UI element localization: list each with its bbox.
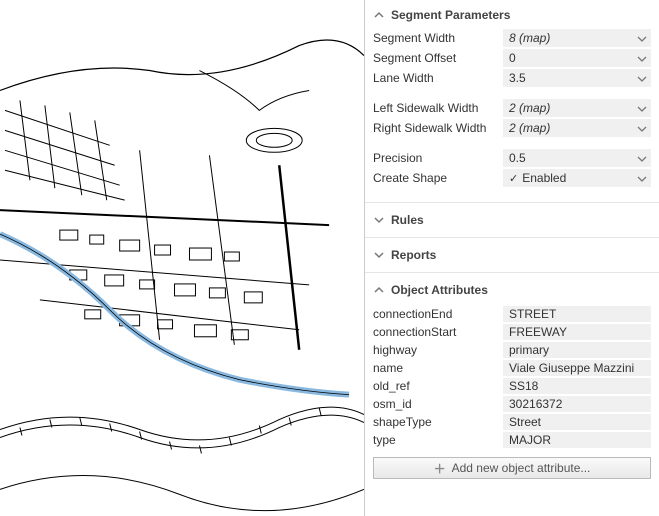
- chevron-down-icon[interactable]: [637, 123, 647, 133]
- inspector-panel: Segment Parameters Segment Width 8 (map)…: [365, 0, 659, 516]
- attr-highway: highway primary: [365, 341, 659, 359]
- chevron-up-icon: [373, 284, 385, 296]
- param-value-field[interactable]: 0: [503, 49, 651, 67]
- divider: [365, 202, 659, 203]
- param-value-text: 0: [509, 51, 516, 65]
- chevron-down-icon[interactable]: [637, 153, 647, 163]
- attr-shape-type: shapeType Street: [365, 413, 659, 431]
- param-value-field[interactable]: 2 (map): [503, 119, 651, 137]
- attr-connection-start: connectionStart FREEWAY: [365, 323, 659, 341]
- param-label: Segment Width: [373, 31, 503, 45]
- attr-value-field[interactable]: STREET: [503, 306, 651, 322]
- attr-old-ref: old_ref SS18: [365, 377, 659, 395]
- attr-label: osm_id: [373, 397, 503, 411]
- attr-value-text: STREET: [509, 307, 556, 321]
- param-value-text: 2 (map): [509, 121, 550, 135]
- chevron-down-icon[interactable]: [637, 73, 647, 83]
- attr-label: connectionStart: [373, 325, 503, 339]
- attr-value-text: SS18: [509, 379, 538, 393]
- section-title: Rules: [391, 213, 424, 227]
- attr-value-field[interactable]: SS18: [503, 378, 651, 394]
- chevron-up-icon: [373, 9, 385, 21]
- attr-label: old_ref: [373, 379, 503, 393]
- attr-label: shapeType: [373, 415, 503, 429]
- chevron-down-icon[interactable]: [637, 103, 647, 113]
- selected-road[interactable]: [0, 234, 349, 395]
- attr-value-text: FREEWAY: [509, 325, 567, 339]
- chevron-down-icon[interactable]: [637, 173, 647, 183]
- chevron-down-icon: [373, 249, 385, 261]
- param-value-field[interactable]: 0.5: [503, 149, 651, 167]
- attr-value-field[interactable]: Viale Giuseppe Mazzini: [503, 360, 651, 376]
- attr-name: name Viale Giuseppe Mazzini: [365, 359, 659, 377]
- attr-label: name: [373, 361, 503, 375]
- attr-type: type MAJOR: [365, 431, 659, 449]
- param-create-shape: Create Shape ✓ Enabled: [365, 168, 659, 188]
- attr-value-field[interactable]: primary: [503, 342, 651, 358]
- param-value-text: 3.5: [509, 71, 526, 85]
- attr-label: highway: [373, 343, 503, 357]
- param-value-text: 0.5: [509, 151, 526, 165]
- section-title: Segment Parameters: [391, 8, 510, 22]
- section-rules[interactable]: Rules: [365, 209, 659, 231]
- section-segment-parameters[interactable]: Segment Parameters: [365, 4, 659, 26]
- param-segment-width: Segment Width 8 (map): [365, 28, 659, 48]
- attr-osm-id: osm_id 30216372: [365, 395, 659, 413]
- attr-value-text: 30216372: [509, 397, 562, 411]
- attr-value-field[interactable]: 30216372: [503, 396, 651, 412]
- param-value-field[interactable]: 3.5: [503, 69, 651, 87]
- param-precision: Precision 0.5: [365, 148, 659, 168]
- param-value-field[interactable]: 2 (map): [503, 99, 651, 117]
- section-reports[interactable]: Reports: [365, 244, 659, 266]
- add-object-attribute-button[interactable]: ＋ Add new object attribute...: [373, 457, 651, 479]
- param-value-text: Enabled: [522, 171, 566, 185]
- attr-value-text: MAJOR: [509, 433, 551, 447]
- param-right-sidewalk-width: Right Sidewalk Width 2 (map): [365, 118, 659, 138]
- attr-value-field[interactable]: MAJOR: [503, 432, 651, 448]
- param-label: Create Shape: [373, 171, 503, 185]
- attr-value-text: primary: [509, 343, 549, 357]
- 3d-viewport[interactable]: [0, 0, 365, 516]
- attr-value-text: Street: [509, 415, 541, 429]
- attr-value-field[interactable]: Street: [503, 414, 651, 430]
- param-value-text: 2 (map): [509, 101, 550, 115]
- divider: [365, 237, 659, 238]
- param-label: Right Sidewalk Width: [373, 121, 503, 135]
- divider: [365, 272, 659, 273]
- check-icon: ✓: [509, 172, 518, 185]
- chevron-down-icon[interactable]: [637, 33, 647, 43]
- param-label: Lane Width: [373, 71, 503, 85]
- param-label: Precision: [373, 151, 503, 165]
- param-label: Segment Offset: [373, 51, 503, 65]
- chevron-down-icon: [373, 214, 385, 226]
- param-value-field[interactable]: ✓ Enabled: [503, 169, 651, 187]
- section-object-attributes[interactable]: Object Attributes: [365, 279, 659, 301]
- object-attributes-body: connectionEnd STREET connectionStart FRE…: [365, 301, 659, 453]
- param-value-field[interactable]: 8 (map): [503, 29, 651, 47]
- attr-value-text: Viale Giuseppe Mazzini: [509, 361, 634, 375]
- attr-value-field[interactable]: FREEWAY: [503, 324, 651, 340]
- param-lane-width: Lane Width 3.5: [365, 68, 659, 88]
- param-segment-offset: Segment Offset 0: [365, 48, 659, 68]
- param-value-text: 8 (map): [509, 31, 550, 45]
- chevron-down-icon[interactable]: [637, 53, 647, 63]
- add-button-label: Add new object attribute...: [452, 461, 591, 475]
- scene-canvas[interactable]: [0, 0, 364, 516]
- attr-label: connectionEnd: [373, 307, 503, 321]
- param-label: Left Sidewalk Width: [373, 101, 503, 115]
- attr-label: type: [373, 433, 503, 447]
- plus-icon: ＋: [434, 462, 446, 474]
- attr-connection-end: connectionEnd STREET: [365, 305, 659, 323]
- section-title: Object Attributes: [391, 283, 488, 297]
- param-left-sidewalk-width: Left Sidewalk Width 2 (map): [365, 98, 659, 118]
- section-title: Reports: [391, 248, 436, 262]
- segment-parameters-body: Segment Width 8 (map) Segment Offset 0 L…: [365, 26, 659, 196]
